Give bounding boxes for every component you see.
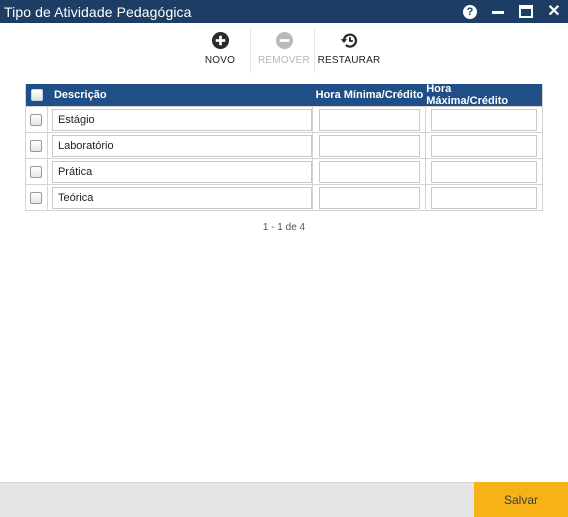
row-checkbox-cell — [26, 159, 48, 184]
row-checkbox[interactable] — [30, 191, 43, 204]
remove-button-label: REMOVER — [258, 55, 310, 66]
maximize-icon — [519, 5, 533, 18]
row-checkbox[interactable] — [30, 139, 43, 152]
row-checkbox-cell — [26, 107, 48, 132]
column-header-description[interactable]: Descrição — [48, 84, 313, 106]
min-hour-cell — [313, 159, 427, 184]
min-hour-field[interactable] — [318, 134, 420, 157]
restore-button-label: RESTAURAR — [317, 55, 381, 66]
window-controls: ? ✕ — [456, 0, 568, 23]
window-title: Tipo de Atividade Pedagógica — [4, 3, 192, 20]
dialog-window: Tipo de Atividade Pedagógica ? ✕ NOVO RE… — [0, 0, 568, 517]
column-header-max-hour[interactable]: Hora Máxima/Crédito — [426, 83, 542, 107]
close-button[interactable]: ✕ — [540, 0, 568, 23]
row-checkbox-cell — [26, 185, 48, 210]
activity-type-table: Descrição Hora Mínima/Crédito Hora Máxim… — [25, 83, 543, 211]
max-hour-field[interactable] — [431, 186, 538, 209]
max-hour-cell — [426, 133, 542, 158]
minus-circle-icon — [275, 31, 293, 50]
min-hour-field[interactable] — [318, 108, 420, 131]
description-field[interactable]: Prática — [51, 160, 312, 183]
toolbar-divider — [314, 29, 315, 73]
max-hour-cell — [426, 107, 542, 132]
title-bar: Tipo de Atividade Pedagógica ? ✕ — [0, 0, 568, 23]
minimize-icon — [492, 11, 504, 14]
table-row: Laboratório — [26, 132, 542, 158]
minimize-button[interactable] — [484, 0, 512, 23]
description-field[interactable]: Teórica — [51, 186, 312, 209]
save-button[interactable]: Salvar — [474, 482, 568, 517]
close-icon: ✕ — [547, 2, 561, 20]
table-row: Teórica — [26, 184, 542, 210]
min-hour-field[interactable] — [318, 186, 420, 209]
row-checkbox[interactable] — [30, 165, 43, 178]
new-button[interactable]: NOVO — [200, 29, 240, 73]
select-all-checkbox[interactable] — [30, 89, 43, 101]
table-row: Estágio — [26, 106, 542, 132]
toolbar: NOVO REMOVER RESTAURAR — [0, 29, 568, 73]
help-button[interactable]: ? — [456, 0, 484, 23]
pagination-info: 1 - 1 de 4 — [262, 222, 306, 233]
row-checkbox-cell — [26, 133, 48, 158]
toolbar-divider — [250, 29, 251, 73]
max-hour-field[interactable] — [431, 108, 538, 131]
min-hour-cell — [313, 133, 427, 158]
footer-bar: Salvar — [0, 482, 568, 517]
plus-circle-icon — [211, 31, 229, 50]
description-cell: Laboratório — [48, 133, 314, 158]
column-header-min-hour[interactable]: Hora Mínima/Crédito — [313, 84, 426, 106]
description-cell: Teórica — [48, 185, 314, 210]
min-hour-cell — [313, 107, 427, 132]
restore-button[interactable]: RESTAURAR — [317, 29, 381, 73]
min-hour-cell — [313, 185, 427, 210]
max-hour-cell — [426, 159, 542, 184]
description-field[interactable]: Laboratório — [51, 134, 312, 157]
max-hour-cell — [426, 185, 542, 210]
restore-history-icon — [340, 33, 357, 48]
table-row: Prática — [26, 158, 542, 184]
header-checkbox-cell — [26, 84, 48, 106]
max-hour-field[interactable] — [431, 134, 538, 157]
description-cell: Prática — [48, 159, 314, 184]
description-cell: Estágio — [48, 107, 314, 132]
max-hour-field[interactable] — [431, 160, 538, 183]
remove-button[interactable]: REMOVER — [258, 29, 310, 73]
table-header: Descrição Hora Mínima/Crédito Hora Máxim… — [26, 83, 542, 107]
help-icon: ? — [463, 4, 477, 19]
maximize-button[interactable] — [512, 0, 540, 23]
new-button-label: NOVO — [204, 55, 236, 66]
description-field[interactable]: Estágio — [51, 108, 312, 131]
min-hour-field[interactable] — [318, 160, 420, 183]
row-checkbox[interactable] — [30, 113, 43, 126]
